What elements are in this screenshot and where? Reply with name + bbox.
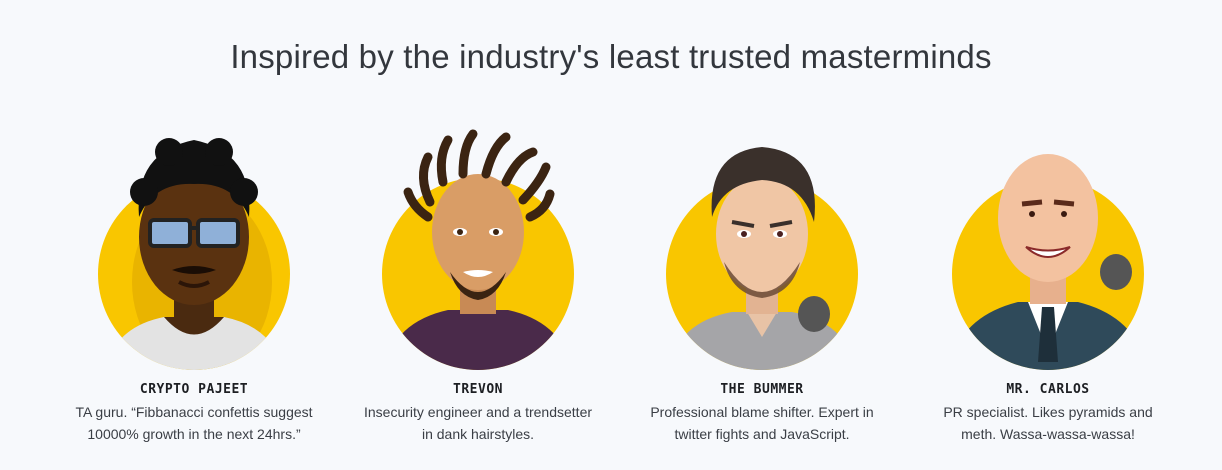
member-bio: Insecurity engineer and a trendsetter in… [363, 404, 593, 442]
member-name: CRYPTO PAJEET [139, 382, 249, 397]
team-section: CRYPTO PAJEET TA guru. “Fibbanacci confe… [0, 122, 1222, 462]
member-bio: Professional blame shifter. Expert in tw… [650, 404, 874, 442]
team-member-card: CRYPTO PAJEET TA guru. “Fibbanacci confe… [44, 122, 344, 445]
member-bio: PR specialist. Likes pyramids and meth. … [943, 404, 1153, 442]
member-name: TREVON [453, 382, 503, 397]
team-member-card: TREVON Insecurity engineer and a trendse… [328, 122, 628, 445]
team-member-card: THE BUMMER Professional blame shifter. E… [612, 122, 912, 445]
member-name: THE BUMMER [720, 382, 804, 397]
team-member-card: MR. CARLOS PR specialist. Likes pyramids… [898, 122, 1198, 445]
member-name: MR. CARLOS [1006, 382, 1090, 397]
the-bummer-avatar [612, 122, 912, 374]
mr-carlos-avatar [898, 122, 1198, 374]
trevon-avatar [328, 122, 628, 374]
crypto-pajeet-avatar [44, 122, 344, 374]
member-bio: TA guru. “Fibbanacci confettis suggest 1… [75, 404, 313, 442]
page-title: Inspired by the industry's least trusted… [230, 38, 992, 75]
